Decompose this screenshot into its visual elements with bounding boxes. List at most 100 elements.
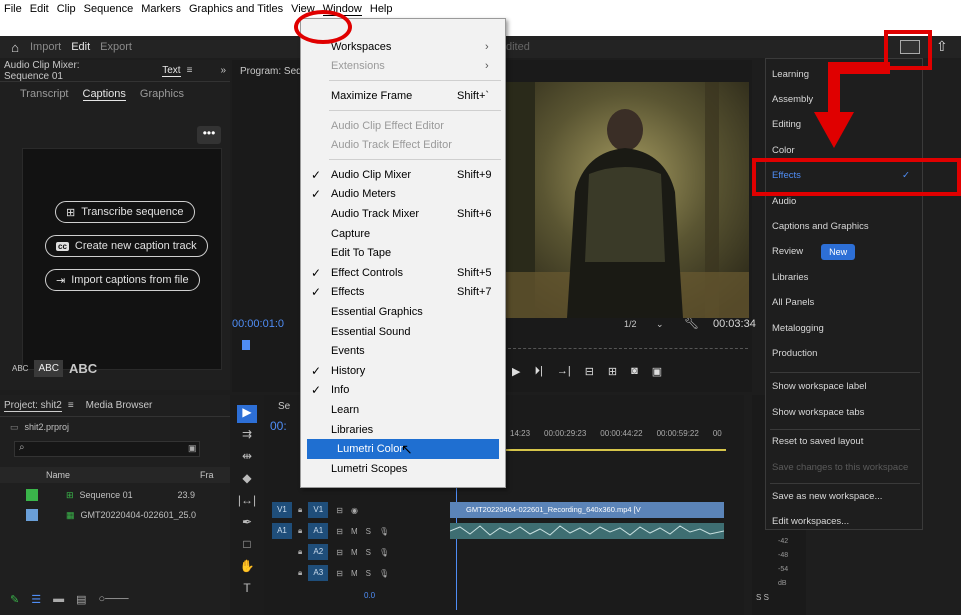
playhead-marker[interactable] bbox=[242, 340, 250, 350]
workspace-item-edit-workspaces[interactable]: Edit workspaces... bbox=[772, 511, 922, 533]
window-menu-item-capture[interactable]: Capture bbox=[301, 224, 505, 244]
rectangle-icon[interactable]: □ bbox=[237, 537, 257, 555]
transcribe-sequence-button[interactable]: ⊞ Transcribe sequence bbox=[55, 201, 195, 223]
mic-icon[interactable]: 🎙︎ bbox=[379, 569, 389, 578]
menu-sequence[interactable]: Sequence bbox=[84, 3, 134, 15]
window-menu-item-effect-controls[interactable]: ✓ Effect Controls Shift+5 bbox=[301, 263, 505, 283]
workspace-item-production[interactable]: Production bbox=[772, 342, 922, 364]
share-icon[interactable]: ⇧ bbox=[936, 38, 948, 55]
mic-icon[interactable]: 🎙︎ bbox=[379, 527, 389, 536]
window-menu-item-libraries[interactable]: Libraries bbox=[301, 420, 505, 440]
tab-transcript[interactable]: Transcript bbox=[20, 88, 69, 101]
lock-icon[interactable]: 🔒︎ bbox=[298, 568, 302, 578]
workspace-item-save-changes-to-this-workspace[interactable]: Save changes to this workspace bbox=[772, 456, 922, 478]
track-target[interactable]: A1 bbox=[308, 523, 329, 539]
tab-media-browser[interactable]: Media Browser bbox=[86, 400, 153, 411]
time-ruler[interactable] bbox=[508, 348, 748, 354]
window-menu-item-events[interactable]: Events bbox=[301, 341, 505, 361]
zoom-select[interactable]: 1/2 bbox=[624, 319, 637, 329]
sync-icon[interactable]: ⊟ bbox=[336, 548, 343, 557]
track-target[interactable]: V1 bbox=[308, 502, 329, 518]
extract-icon[interactable]: ⊞ bbox=[608, 365, 617, 378]
type-tool-icon[interactable]: T bbox=[237, 581, 257, 599]
menu-edit[interactable]: Edit bbox=[30, 3, 49, 15]
tab-project[interactable]: Project: shit2 bbox=[4, 400, 62, 412]
edit-mode-tab[interactable]: Edit bbox=[71, 41, 90, 53]
workspace-item-captions-and-graphics[interactable]: Captions and Graphics bbox=[772, 215, 922, 237]
eye-icon[interactable]: ◉ bbox=[351, 506, 358, 515]
audio-clip[interactable] bbox=[449, 523, 725, 539]
lock-icon[interactable]: 🔒︎ bbox=[298, 547, 302, 557]
mute-button[interactable]: M bbox=[351, 569, 358, 578]
home-icon[interactable]: ⌂ bbox=[0, 40, 30, 55]
icon-view-icon[interactable]: ▬ bbox=[53, 593, 64, 606]
window-menu-item-maximize-frame[interactable]: Maximize Frame Shift+` bbox=[301, 86, 505, 106]
workspace-item-review[interactable]: Review New bbox=[772, 241, 922, 263]
window-menu-item-edit-to-tape[interactable]: Edit To Tape bbox=[301, 243, 505, 263]
panel-menu-icon[interactable]: ≡ bbox=[187, 65, 193, 76]
track-label[interactable]: V1 bbox=[272, 502, 292, 518]
workspace-item-show-workspace-tabs[interactable]: Show workspace tabs bbox=[772, 401, 922, 423]
solo-right-button[interactable]: S bbox=[764, 593, 769, 602]
export-mode-tab[interactable]: Export bbox=[100, 41, 132, 53]
timeline-tab[interactable]: Se bbox=[278, 401, 290, 412]
mute-button[interactable]: M bbox=[351, 527, 358, 536]
window-menu-item-audio-clip-effect-editor[interactable]: Audio Clip Effect Editor bbox=[301, 116, 505, 136]
timeline-ruler[interactable]: 14:23 00:00:29:23 00:00:44:22 00:00:59:2… bbox=[510, 429, 722, 438]
workspace-item-all-panels[interactable]: All Panels bbox=[772, 292, 922, 314]
column-framerate[interactable]: Fra bbox=[200, 470, 214, 480]
solo-left-button[interactable]: S bbox=[756, 593, 761, 602]
workspace-item-metalogging[interactable]: Metalogging bbox=[772, 317, 922, 339]
project-item-row[interactable]: ▦ GMT20220404-022601_Rec 25.0 bbox=[0, 505, 196, 525]
more-options-button[interactable]: ••• bbox=[197, 126, 221, 144]
import-mode-tab[interactable]: Import bbox=[30, 41, 61, 53]
search-input[interactable]: ⌕ bbox=[14, 441, 200, 457]
menu-markers[interactable]: Markers bbox=[141, 3, 181, 15]
solo-button[interactable]: S bbox=[366, 527, 371, 536]
sync-icon[interactable]: ⊟ bbox=[336, 569, 343, 578]
window-menu-item-audio-clip-mixer[interactable]: ✓ Audio Clip Mixer Shift+9 bbox=[301, 165, 505, 185]
pencil-icon[interactable]: ✎ bbox=[10, 593, 19, 606]
sync-icon[interactable]: ⊟ bbox=[336, 506, 343, 515]
ripple-edit-icon[interactable]: ⇹ bbox=[237, 449, 257, 467]
playhead-timecode[interactable]: 00:00:01:0 bbox=[232, 318, 284, 330]
menu-file[interactable]: File bbox=[4, 3, 22, 15]
pen-icon[interactable]: ✒ bbox=[237, 515, 257, 533]
abc-small[interactable]: ABC bbox=[12, 364, 28, 373]
timeline-timecode[interactable]: 00: bbox=[270, 419, 287, 433]
workspace-item-show-workspace-label[interactable]: Show workspace label bbox=[772, 376, 922, 398]
freeform-view-icon[interactable]: ▤ bbox=[76, 593, 86, 606]
work-area-bar[interactable] bbox=[506, 449, 726, 451]
import-captions-button[interactable]: ⇥ Import captions from file bbox=[45, 269, 200, 291]
workspace-item-reset-to-saved-layout[interactable]: Reset to saved layout bbox=[772, 431, 922, 453]
solo-button[interactable]: S bbox=[366, 569, 371, 578]
tab-captions[interactable]: Captions bbox=[82, 88, 126, 101]
track-select-icon[interactable]: ⇉ bbox=[237, 427, 257, 445]
window-menu-item-learn[interactable]: Learn bbox=[301, 400, 505, 420]
video-clip[interactable]: GMT20220404-022601_Recording_640x360.mp4… bbox=[450, 502, 724, 518]
window-menu-item-audio-meters[interactable]: ✓ Audio Meters bbox=[301, 185, 505, 205]
mic-icon[interactable]: 🎙︎ bbox=[379, 548, 389, 557]
bin-icon[interactable]: ▣ bbox=[188, 443, 197, 454]
lock-icon[interactable]: 🔒︎ bbox=[298, 505, 302, 515]
sync-icon[interactable]: ⊟ bbox=[336, 527, 343, 536]
window-menu-item-audio-track-mixer[interactable]: Audio Track Mixer Shift+6 bbox=[301, 204, 505, 224]
step-forward-icon[interactable]: ⏵| bbox=[534, 365, 542, 378]
tab-audio-clip-mixer[interactable]: Audio Clip Mixer: Sequence 01 bbox=[4, 60, 126, 82]
abc-medium[interactable]: ABC bbox=[34, 360, 64, 377]
wrench-icon[interactable]: 🔧︎ bbox=[684, 316, 699, 330]
window-menu-item-history[interactable]: ✓ History bbox=[301, 361, 505, 381]
column-name[interactable]: Name bbox=[46, 470, 70, 480]
hand-icon[interactable]: ✋ bbox=[237, 559, 257, 577]
go-to-out-icon[interactable]: →| bbox=[557, 365, 571, 378]
abc-large[interactable]: ABC bbox=[69, 361, 97, 376]
lift-icon[interactable]: ⊟ bbox=[585, 365, 594, 378]
workspace-item-save-as-new-workspace[interactable]: Save as new workspace... bbox=[772, 485, 922, 507]
zoom-slider[interactable]: ○─── bbox=[99, 593, 129, 606]
window-menu-item-audio-track-effect-editor[interactable]: Audio Track Effect Editor bbox=[301, 135, 505, 155]
window-menu-item-info[interactable]: ✓ Info bbox=[301, 381, 505, 401]
window-menu-item-effects[interactable]: ✓ Effects Shift+7 bbox=[301, 283, 505, 303]
tab-graphics[interactable]: Graphics bbox=[140, 88, 184, 101]
track-label[interactable]: A1 bbox=[272, 523, 292, 539]
menu-clip[interactable]: Clip bbox=[57, 3, 76, 15]
